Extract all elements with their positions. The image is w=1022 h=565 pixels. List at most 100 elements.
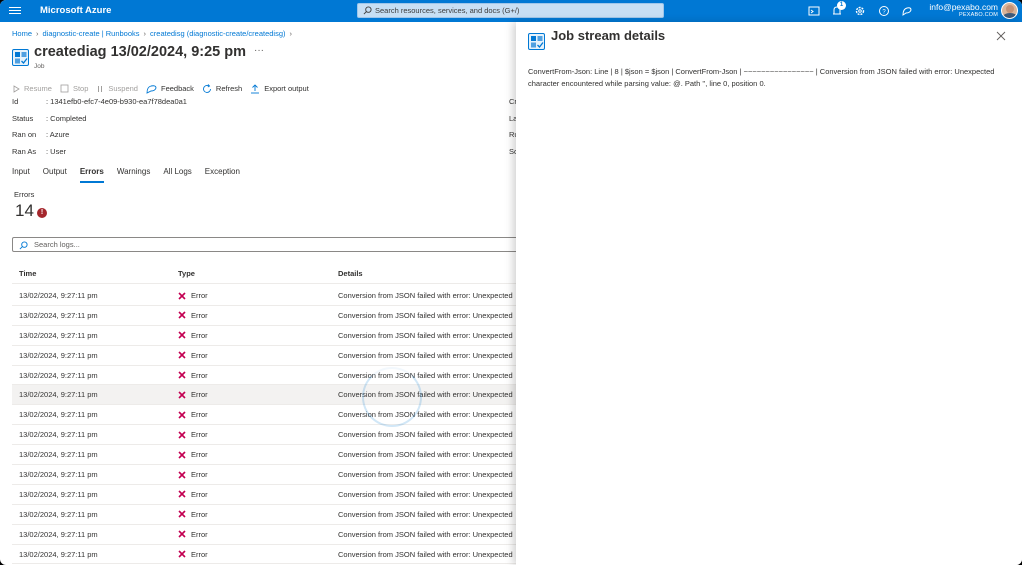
cell-type-label: Error bbox=[191, 549, 208, 559]
property-key: Status bbox=[12, 114, 34, 123]
brand-title[interactable]: Microsoft Azure bbox=[40, 5, 111, 16]
search-icon bbox=[19, 241, 28, 250]
cell-details: Conversion from JSON failed with error: … bbox=[338, 310, 513, 320]
cell-time: 13/02/2024, 9:27:11 pm bbox=[19, 370, 98, 380]
play-icon bbox=[13, 84, 20, 93]
stop-button[interactable]: Stop bbox=[60, 84, 88, 93]
cell-time: 13/02/2024, 9:27:11 pm bbox=[19, 489, 98, 499]
table-row[interactable]: 13/02/2024, 9:27:11 pm Error Conversion fr… bbox=[12, 485, 522, 505]
error-x-icon bbox=[178, 490, 186, 498]
refresh-icon bbox=[203, 83, 211, 93]
cloud-shell-icon[interactable] bbox=[807, 4, 821, 18]
tab-all-logs[interactable]: All Logs bbox=[163, 167, 191, 183]
log-search-placeholder: Search logs... bbox=[34, 240, 80, 249]
property-value: Azure bbox=[49, 130, 70, 139]
cell-type: Error bbox=[178, 450, 208, 459]
table-row[interactable]: 13/02/2024, 9:27:11 pm Error Conversion fr… bbox=[12, 545, 522, 565]
cell-type-label: Error bbox=[191, 430, 208, 440]
breadcrumb: Home › diagnostic-create | Runbooks › create… bbox=[12, 29, 296, 38]
tab-input[interactable]: Input bbox=[12, 167, 30, 183]
error-x-icon bbox=[178, 411, 186, 419]
table-row[interactable]: 13/02/2024, 9:27:11 pm Error Conversion fr… bbox=[12, 405, 522, 426]
table-row[interactable]: 13/02/2024, 9:27:11 pm Error Conversion fr… bbox=[12, 306, 522, 326]
cell-time: 13/02/2024, 9:27:11 pm bbox=[19, 390, 98, 400]
suspend-button[interactable]: Suspend bbox=[96, 84, 138, 93]
feedback-button[interactable]: Feedback bbox=[146, 84, 194, 94]
table-row[interactable]: 13/02/2024, 9:27:11 pm Error Conversion fr… bbox=[12, 326, 522, 346]
cell-type: Error bbox=[178, 390, 208, 399]
more-options-button[interactable]: ··· bbox=[254, 45, 264, 56]
property-key: Ran As bbox=[12, 147, 37, 156]
command-bar: Resume Stop Suspend Feedback Refresh Exp… bbox=[12, 83, 317, 94]
suspend-label: Suspend bbox=[108, 84, 138, 93]
column-header-time[interactable]: Time bbox=[19, 269, 36, 278]
log-search-input[interactable]: Search logs... bbox=[12, 237, 522, 252]
breadcrumb-separator: › bbox=[289, 29, 293, 38]
page-subtitle: Job bbox=[34, 63, 45, 70]
cell-type: Error bbox=[178, 490, 208, 499]
error-x-icon bbox=[178, 351, 186, 359]
resume-button[interactable]: Resume bbox=[12, 84, 52, 93]
cell-type-label: Error bbox=[191, 291, 208, 300]
cell-type: Error bbox=[178, 311, 208, 320]
export-output-button[interactable]: Export output bbox=[250, 83, 309, 94]
error-x-icon bbox=[178, 311, 186, 319]
table-row[interactable]: 13/02/2024, 9:27:11 pm Error Conversion fr… bbox=[12, 366, 522, 386]
table-row[interactable]: 13/02/2024, 9:27:11 pm Error Conversion fr… bbox=[12, 465, 522, 485]
cell-type-label: Error bbox=[191, 350, 208, 360]
breadcrumb-runbooks[interactable]: diagnostic-create | Runbooks bbox=[43, 29, 140, 38]
feedback-icon[interactable] bbox=[900, 4, 914, 18]
output-tabs: Input Output Errors Warnings All Logs Ex… bbox=[12, 167, 253, 183]
table-body: 13/02/2024, 9:27:11 pm Error Conversion fr… bbox=[12, 286, 522, 565]
table-row[interactable]: 13/02/2024, 9:27:11 pm Error Conversion fr… bbox=[12, 505, 522, 525]
cell-type-label: Error bbox=[191, 330, 208, 340]
tab-warnings[interactable]: Warnings bbox=[117, 167, 151, 183]
account-info[interactable]: info@pexabo.com PEXABO.COM bbox=[929, 2, 998, 18]
error-x-icon bbox=[178, 510, 186, 518]
cell-type: Error bbox=[178, 371, 208, 380]
table-row[interactable]: 13/02/2024, 9:27:11 pm Error Conversion fr… bbox=[12, 346, 522, 366]
top-bar: Microsoft Azure Search resources, servic… bbox=[0, 0, 1022, 22]
cell-details: Conversion from JSON failed with error: … bbox=[338, 549, 513, 559]
job-stream-details-panel: Job stream details ConvertFrom-Json: Lin… bbox=[516, 22, 1022, 565]
table-row[interactable]: 13/02/2024, 9:27:11 pm Error Conversion fr… bbox=[12, 425, 522, 446]
avatar[interactable] bbox=[1001, 2, 1018, 19]
table-row[interactable]: 13/02/2024, 9:27:11 pm Error Conversion fr… bbox=[12, 445, 522, 466]
breadcrumb-home[interactable]: Home bbox=[12, 29, 32, 38]
tab-exception[interactable]: Exception bbox=[205, 167, 240, 183]
resume-label: Resume bbox=[24, 84, 52, 93]
help-icon[interactable]: ? bbox=[877, 4, 891, 18]
cell-details: Conversion from JSON failed with error: … bbox=[338, 410, 513, 420]
table-row[interactable]: 13/02/2024, 9:27:11 pm Error Conversion fr… bbox=[12, 385, 522, 406]
error-x-icon bbox=[178, 331, 186, 339]
error-x-icon bbox=[178, 391, 186, 399]
property-ran-as: Ran As: User bbox=[12, 147, 67, 156]
cell-type: Error bbox=[178, 351, 208, 360]
menu-icon[interactable] bbox=[9, 5, 21, 17]
cell-time: 13/02/2024, 9:27:11 pm bbox=[19, 509, 98, 519]
property-ran-on: Ran on: Azure bbox=[12, 130, 70, 139]
cell-time: 13/02/2024, 9:27:11 pm bbox=[19, 410, 98, 420]
cell-details: Conversion from JSON failed with error: … bbox=[338, 291, 513, 300]
settings-icon[interactable] bbox=[853, 4, 867, 18]
close-icon[interactable] bbox=[996, 31, 1006, 41]
property-key: Ran on bbox=[12, 130, 37, 139]
cell-type-label: Error bbox=[191, 529, 208, 539]
column-header-type[interactable]: Type bbox=[178, 269, 195, 278]
breadcrumb-runbook[interactable]: createdisg (diagnostic-create/createdisg… bbox=[150, 29, 285, 38]
cell-type-label: Error bbox=[191, 489, 208, 499]
global-search-placeholder: Search resources, services, and docs (G+… bbox=[375, 6, 520, 15]
cell-type: Error bbox=[178, 430, 208, 439]
table-row[interactable]: 13/02/2024, 9:27:11 pm Error Conversion fr… bbox=[12, 525, 522, 545]
global-search-input[interactable]: Search resources, services, and docs (G+… bbox=[357, 3, 664, 18]
table-row[interactable]: 13/02/2024, 9:27:11 pm Error Conversion fr… bbox=[12, 286, 522, 306]
property-value: User bbox=[50, 147, 67, 156]
refresh-button[interactable]: Refresh bbox=[202, 83, 242, 94]
cell-type-label: Error bbox=[191, 410, 208, 420]
tab-errors[interactable]: Errors bbox=[79, 167, 104, 183]
cell-details: Conversion from JSON failed with error: … bbox=[338, 430, 513, 440]
pause-icon bbox=[98, 85, 103, 92]
column-header-details[interactable]: Details bbox=[338, 269, 363, 278]
tab-output[interactable]: Output bbox=[43, 167, 67, 183]
cell-type: Error bbox=[178, 550, 208, 559]
